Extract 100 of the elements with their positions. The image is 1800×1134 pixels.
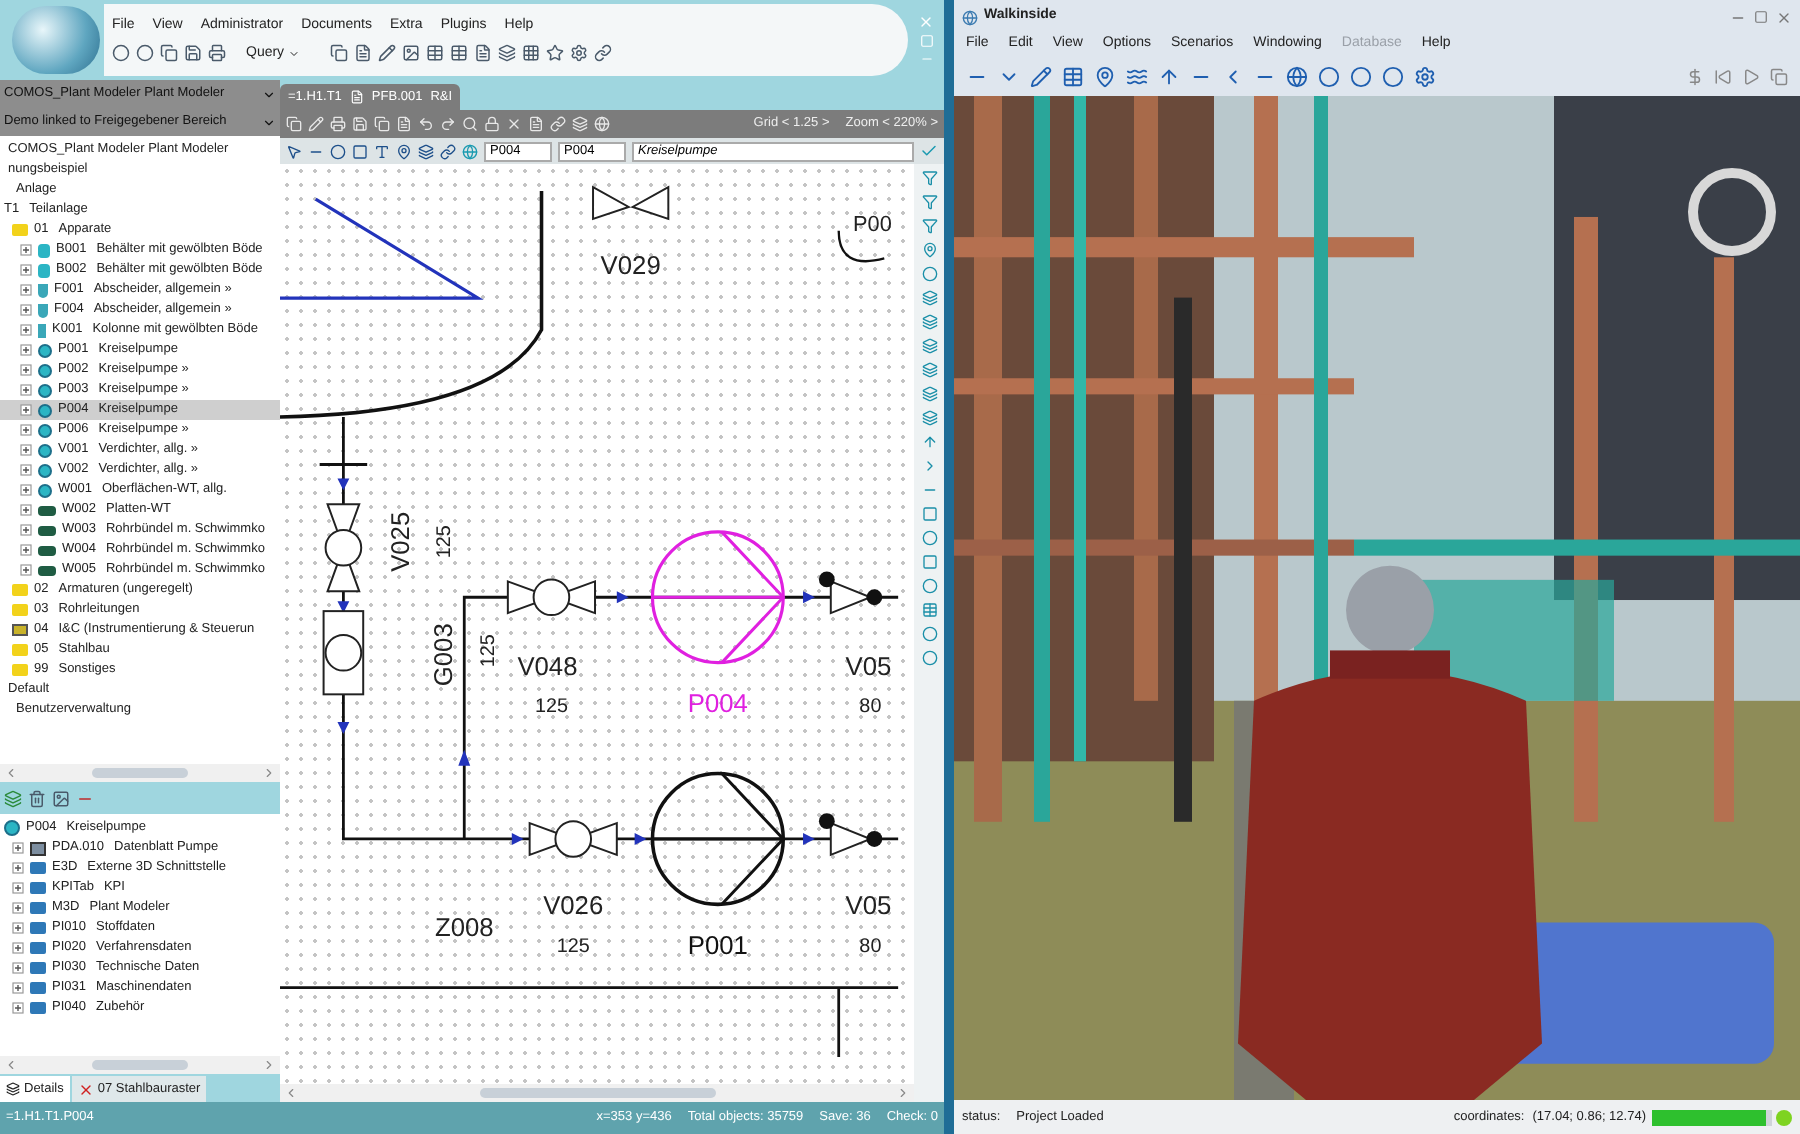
expand-icon[interactable]: [12, 942, 24, 954]
maximize-icon[interactable]: [1754, 10, 1768, 24]
layers-icon[interactable]: [498, 44, 517, 63]
expand-icon[interactable]: [20, 324, 32, 336]
diagram-canvas[interactable]: P004 P001 V029 P00 V025 125 G003 125 V048 125 V05 80 V026 125 V05 80 Z008: [280, 164, 914, 1084]
rectangle-icon[interactable]: [352, 143, 368, 159]
expand-icon[interactable]: [20, 564, 32, 576]
expand-icon[interactable]: [12, 1002, 24, 1014]
tool-icon[interactable]: [921, 218, 937, 234]
star-icon[interactable]: [546, 44, 565, 63]
horizontal-scrollbar[interactable]: [0, 764, 280, 782]
expand-icon[interactable]: [20, 544, 32, 556]
play-icon[interactable]: [1742, 67, 1760, 85]
expand-icon[interactable]: [20, 344, 32, 356]
layers-icon[interactable]: [572, 116, 588, 132]
copy-icon[interactable]: [330, 44, 349, 63]
tool-icon[interactable]: [921, 362, 937, 378]
image-icon[interactable]: [402, 44, 421, 63]
table-icon[interactable]: [426, 44, 445, 63]
expand-icon[interactable]: [20, 504, 32, 516]
link-icon[interactable]: [550, 116, 566, 132]
scroll-left-icon[interactable]: [284, 1086, 298, 1100]
tool-icon[interactable]: [921, 314, 937, 330]
expand-icon[interactable]: [20, 384, 32, 396]
disc-icon[interactable]: [112, 44, 130, 63]
tool-icon[interactable]: [1350, 65, 1372, 87]
text-icon[interactable]: [374, 143, 390, 159]
pin-icon[interactable]: [396, 143, 412, 159]
scroll-left-icon[interactable]: [4, 766, 18, 780]
duplicate-icon[interactable]: [374, 116, 390, 132]
printer-icon[interactable]: [330, 116, 346, 132]
link-icon[interactable]: [440, 143, 456, 159]
pump-symbol[interactable]: [650, 771, 786, 907]
scroll-right-icon[interactable]: [896, 1086, 910, 1100]
expand-icon[interactable]: [20, 484, 32, 496]
tool-icon[interactable]: [1030, 65, 1052, 87]
printer-icon[interactable]: [208, 44, 226, 63]
undo-icon[interactable]: [418, 116, 434, 132]
cross-icon[interactable]: [506, 116, 522, 132]
expand-icon[interactable]: [12, 982, 24, 994]
horizontal-scrollbar[interactable]: [0, 1056, 280, 1074]
expand-icon[interactable]: [20, 464, 32, 476]
circle-icon[interactable]: [136, 44, 154, 63]
expand-icon[interactable]: [20, 264, 32, 276]
page-icon[interactable]: [474, 44, 493, 63]
tool-icon[interactable]: [1126, 65, 1148, 87]
tool-icon[interactable]: [1094, 65, 1116, 87]
dollar-icon[interactable]: [1686, 67, 1704, 85]
lock-icon[interactable]: [484, 116, 500, 132]
settings-icon[interactable]: [570, 44, 589, 63]
expand-icon[interactable]: [20, 404, 32, 416]
expand-icon[interactable]: [20, 284, 32, 296]
search-icon[interactable]: [462, 116, 478, 132]
close-icon[interactable]: [1776, 9, 1792, 25]
expand-icon[interactable]: [20, 244, 32, 256]
navigation-ring-icon[interactable]: [1688, 168, 1776, 256]
pointer-icon[interactable]: [286, 143, 302, 159]
tool-icon[interactable]: [921, 338, 937, 354]
tool-icon[interactable]: [1382, 65, 1404, 87]
tool-icon[interactable]: [1414, 65, 1436, 87]
save-icon[interactable]: [184, 44, 202, 63]
skip-back-icon[interactable]: [1714, 67, 1732, 85]
tool-icon[interactable]: [921, 290, 937, 306]
expand-icon[interactable]: [12, 842, 24, 854]
tool-icon[interactable]: [921, 386, 937, 402]
expand-icon[interactable]: [20, 424, 32, 436]
document-icon[interactable]: [354, 44, 373, 63]
scroll-left-icon[interactable]: [4, 1058, 18, 1072]
tool-icon[interactable]: [921, 242, 937, 258]
copy-icon[interactable]: [286, 116, 302, 132]
expand-icon[interactable]: [20, 524, 32, 536]
horizontal-scrollbar[interactable]: [280, 1084, 914, 1102]
expand-icon[interactable]: [12, 962, 24, 974]
expand-icon[interactable]: [12, 882, 24, 894]
expand-icon[interactable]: [20, 444, 32, 456]
expand-icon[interactable]: [12, 862, 24, 874]
trash-icon[interactable]: [28, 789, 46, 807]
image-icon[interactable]: [52, 789, 70, 807]
tool-icon[interactable]: [1158, 65, 1180, 87]
tool-icon[interactable]: [921, 434, 937, 450]
tool-icon[interactable]: [921, 170, 937, 186]
expand-icon[interactable]: [20, 364, 32, 376]
tool-icon[interactable]: [1318, 65, 1340, 87]
tool-icon[interactable]: [921, 410, 937, 426]
scroll-right-icon[interactable]: [262, 1058, 276, 1072]
circle-icon[interactable]: [330, 143, 346, 159]
scroll-right-icon[interactable]: [262, 766, 276, 780]
pencil-icon[interactable]: [378, 44, 397, 63]
redo-icon[interactable]: [440, 116, 456, 132]
copy-icon[interactable]: [1770, 67, 1788, 85]
tool-icon[interactable]: [921, 194, 937, 210]
tool-icon[interactable]: [921, 602, 937, 618]
expand-icon[interactable]: [20, 304, 32, 316]
tool-icon[interactable]: [1062, 65, 1084, 87]
copy-icon[interactable]: [160, 44, 178, 63]
grid-icon[interactable]: [450, 44, 469, 63]
tool-icon[interactable]: [921, 266, 937, 282]
expand-icon[interactable]: [12, 902, 24, 914]
tree-view-icon[interactable]: [4, 789, 22, 807]
expand-icon[interactable]: [12, 922, 24, 934]
